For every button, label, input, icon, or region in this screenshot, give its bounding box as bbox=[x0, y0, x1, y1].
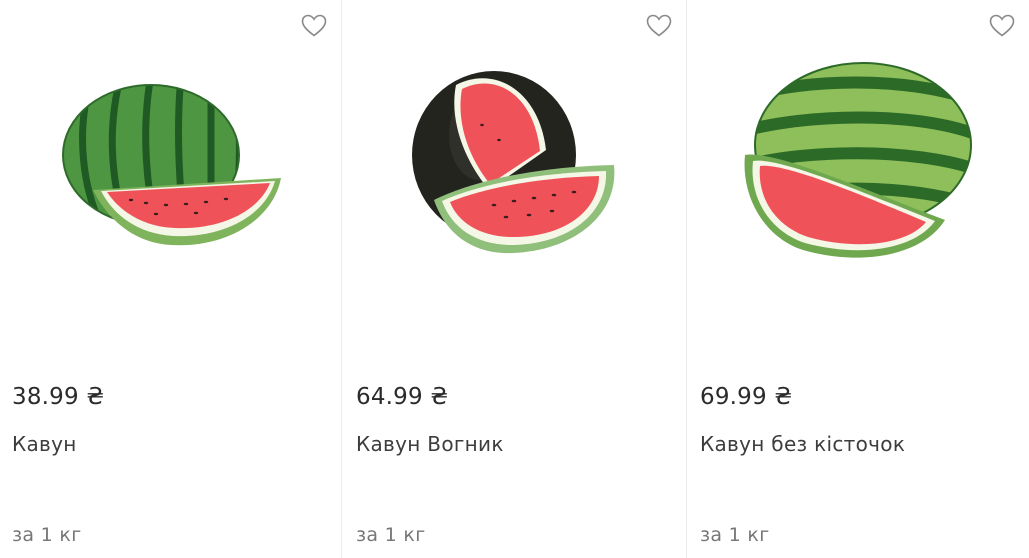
product-name[interactable]: Кавун Вогник bbox=[356, 432, 504, 456]
heart-outline-icon[interactable] bbox=[301, 14, 327, 38]
product-name[interactable]: Кавун без кісточок bbox=[700, 432, 905, 456]
favorite-button[interactable] bbox=[989, 14, 1015, 38]
product-unit: за 1 кг bbox=[12, 524, 82, 546]
product-image[interactable] bbox=[687, 45, 1029, 285]
product-unit: за 1 кг bbox=[356, 524, 426, 546]
product-card[interactable]: 38.99 ₴ Кавун за 1 кг bbox=[0, 0, 342, 558]
heart-outline-icon[interactable] bbox=[646, 14, 672, 38]
product-card[interactable]: 64.99 ₴ Кавун Вогник за 1 кг bbox=[342, 0, 687, 558]
favorite-button[interactable] bbox=[646, 14, 672, 38]
favorite-button[interactable] bbox=[301, 14, 327, 38]
product-name[interactable]: Кавун bbox=[12, 432, 77, 456]
product-price: 64.99 ₴ bbox=[356, 384, 449, 410]
watermelon-image bbox=[61, 84, 281, 246]
product-image[interactable] bbox=[342, 45, 686, 285]
product-price: 69.99 ₴ bbox=[700, 384, 793, 410]
watermelon-image bbox=[744, 62, 972, 258]
product-unit: за 1 кг bbox=[700, 524, 770, 546]
product-price: 38.99 ₴ bbox=[12, 384, 105, 410]
heart-outline-icon[interactable] bbox=[989, 14, 1015, 38]
watermelon-image bbox=[412, 71, 615, 254]
product-card[interactable]: 69.99 ₴ Кавун без кісточок за 1 кг bbox=[687, 0, 1029, 558]
product-image[interactable] bbox=[0, 45, 341, 285]
product-grid: 38.99 ₴ Кавун за 1 кг 64.99 ₴ Кавун Вогн… bbox=[0, 0, 1029, 558]
